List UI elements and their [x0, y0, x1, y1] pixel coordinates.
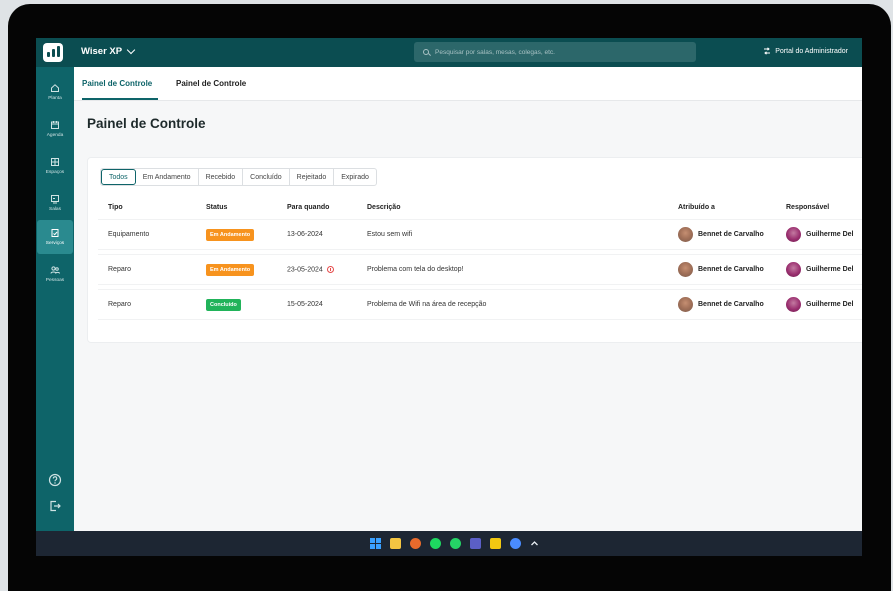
table-row[interactable]: Equipamento Em Andamento 13-06-2024 Esto… [98, 219, 862, 250]
responsible[interactable]: Guilherme Del [786, 297, 853, 312]
overdue-alert-icon [326, 266, 334, 273]
avatar [678, 227, 693, 242]
cell-date-group: 23-05-2024 [287, 266, 334, 273]
chevron-down-icon [126, 45, 136, 54]
cell-date: 23-05-2024 [287, 266, 323, 274]
cell-tipo: Reparo [108, 266, 131, 273]
status-badge: Concluído [206, 299, 241, 311]
app-name: Wiser XP [81, 46, 123, 57]
status-filter-group: Todos Em Andamento Recebido Concluído Re… [100, 168, 377, 186]
sidebar-item-salas[interactable]: Salas [37, 186, 73, 220]
switch-icon [764, 47, 771, 55]
tab-bar: Painel de Controle Painel de Controle [74, 67, 862, 101]
power-bi-icon[interactable] [489, 538, 501, 549]
active-tab-indicator [82, 98, 158, 100]
admin-portal-link[interactable]: Portal do Administrador [763, 47, 848, 55]
logout-icon[interactable] [48, 499, 62, 513]
assignee-name: Bennet de Carvalho [698, 301, 764, 308]
assignee-name: Bennet de Carvalho [698, 231, 764, 238]
sidebar-item-label: Espaços [45, 170, 65, 175]
top-bar: Wiser XP Portal do Administrador [36, 38, 862, 67]
app-screen: Wiser XP Portal do Administrador Planta … [36, 38, 862, 556]
avatar [786, 227, 801, 242]
responsible-name: Guilherme Del [806, 301, 854, 308]
firefox-icon[interactable] [409, 538, 421, 549]
cell-descricao: Estou sem wifi [367, 231, 413, 238]
chevron-up-icon[interactable] [530, 539, 539, 548]
filter-concluido[interactable]: Concluído [243, 169, 290, 185]
os-taskbar [36, 531, 862, 556]
responsible-name: Guilherme Del [806, 266, 854, 273]
filter-todos[interactable]: Todos [101, 169, 136, 185]
avatar [786, 297, 801, 312]
windows-start-icon[interactable] [369, 538, 381, 549]
app-icon[interactable] [509, 538, 521, 549]
filter-recebido[interactable]: Recebido [199, 169, 244, 185]
home-icon [51, 84, 59, 92]
help-icon[interactable] [48, 473, 62, 487]
assignee[interactable]: Bennet de Carvalho [678, 227, 764, 242]
sidebar-item-label: Planta [48, 96, 62, 101]
assignee-name: Bennet de Carvalho [698, 266, 764, 273]
cell-descricao: Problema com tela do desktop! [367, 266, 464, 273]
sidebar-item-label: Pessoas [45, 278, 65, 283]
people-icon [50, 266, 60, 274]
responsible[interactable]: Guilherme Del [786, 262, 853, 277]
sidebar: Planta Agenda Espaços Salas Serviços Pes… [36, 67, 74, 531]
responsible-name: Guilherme Del [806, 231, 854, 238]
column-header-tipo[interactable]: Tipo [108, 204, 123, 211]
search-input[interactable] [435, 48, 685, 56]
page-title: Painel de Controle [87, 116, 206, 131]
sidebar-item-pessoas[interactable]: Pessoas [37, 257, 73, 291]
cell-descricao: Problema de Wifi na área de recepção [367, 301, 487, 308]
calendar-icon [51, 121, 59, 129]
responsible[interactable]: Guilherme Del [786, 227, 853, 242]
filter-rejeitado[interactable]: Rejeitado [290, 169, 335, 185]
table-row[interactable]: Reparo Concluído 15-05-2024 Problema de … [98, 289, 862, 320]
screen-icon [51, 195, 59, 204]
assignee[interactable]: Bennet de Carvalho [678, 297, 764, 312]
sidebar-item-servicos[interactable]: Serviços [37, 220, 73, 254]
filter-em-andamento[interactable]: Em Andamento [136, 169, 199, 185]
column-header-status[interactable]: Status [206, 204, 227, 211]
assignee[interactable]: Bennet de Carvalho [678, 262, 764, 277]
workspace-switcher[interactable]: Wiser XP [81, 45, 136, 57]
avatar [678, 297, 693, 312]
search-bar[interactable] [414, 42, 696, 62]
cell-date: 13-06-2024 [287, 231, 323, 238]
sidebar-item-espacos[interactable]: Espaços [37, 149, 73, 183]
sidebar-item-label: Serviços [45, 241, 65, 246]
avatar [678, 262, 693, 277]
teams-icon[interactable] [469, 538, 481, 549]
sidebar-item-agenda[interactable]: Agenda [37, 112, 73, 146]
cell-tipo: Equipamento [108, 231, 150, 238]
whatsapp-icon[interactable] [449, 538, 461, 549]
cell-tipo: Reparo [108, 301, 131, 308]
file-explorer-icon[interactable] [389, 538, 401, 549]
column-header-responsavel[interactable]: Responsável [786, 204, 829, 211]
spotify-icon[interactable] [429, 538, 441, 549]
table-row[interactable]: Reparo Em Andamento 23-05-2024 Problema … [98, 254, 862, 285]
tab-painel-de-controle[interactable]: Painel de Controle [82, 79, 152, 88]
sidebar-item-planta[interactable]: Planta [37, 75, 73, 109]
status-badge: Em Andamento [206, 229, 255, 241]
sidebar-item-label: Agenda [46, 133, 64, 138]
column-header-atribuido[interactable]: Atribuído a [678, 204, 715, 211]
logo-icon[interactable] [43, 43, 63, 62]
avatar [786, 262, 801, 277]
clipboard-icon [51, 229, 59, 237]
search-icon [423, 49, 429, 55]
column-header-para-quando[interactable]: Para quando [287, 204, 329, 211]
tab-painel-de-controle-2[interactable]: Painel de Controle [176, 79, 246, 88]
main-content: Painel de Controle Painel de Controle Pa… [74, 67, 862, 531]
filter-expirado[interactable]: Expirado [334, 169, 376, 185]
cell-date: 15-05-2024 [287, 301, 323, 308]
admin-portal-label: Portal do Administrador [775, 47, 848, 55]
sidebar-item-label: Salas [49, 207, 61, 212]
column-header-descricao[interactable]: Descrição [367, 204, 400, 211]
requests-card: Todos Em Andamento Recebido Concluído Re… [87, 157, 862, 343]
status-badge: Em Andamento [206, 264, 255, 276]
grid-icon [51, 158, 59, 166]
